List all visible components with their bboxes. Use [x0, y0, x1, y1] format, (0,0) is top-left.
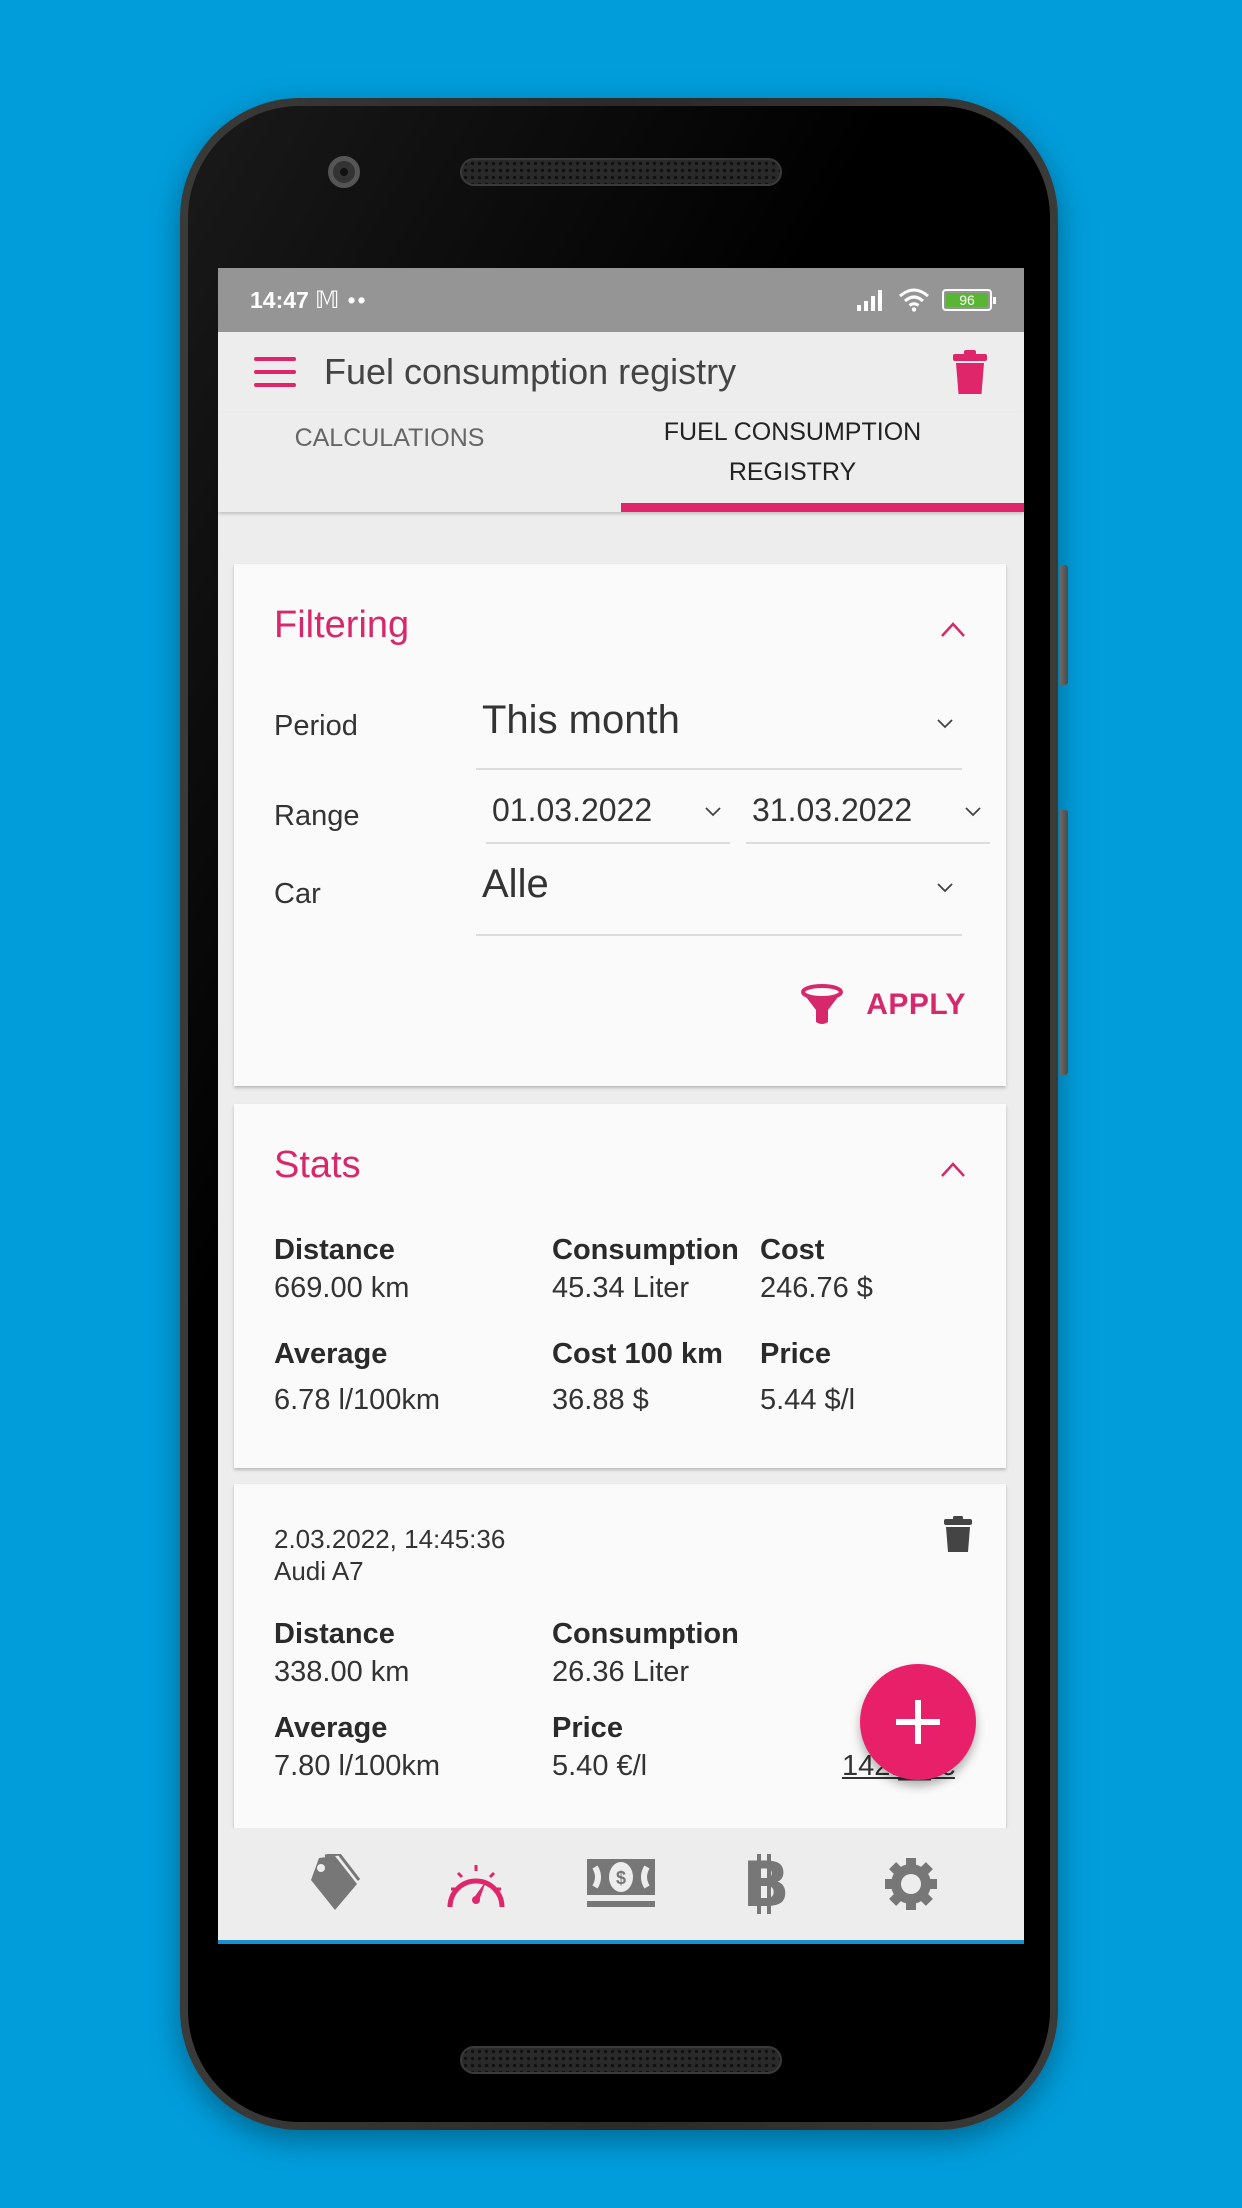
chevron-down-icon [937, 719, 953, 729]
stats-title: Stats [274, 1144, 361, 1186]
filtering-title: Filtering [274, 604, 410, 646]
stat-cost-label: Cost [760, 1234, 825, 1266]
apply-filter-button[interactable]: APPLY [800, 984, 966, 1026]
battery-level: 96 [946, 293, 988, 307]
car-select[interactable]: Alle [476, 854, 962, 936]
nav-item-fuel-consumption[interactable] [431, 1839, 521, 1929]
stat-consumption-value: 45.34 Liter [552, 1272, 690, 1304]
stat-cost-100km-label: Cost 100 km [552, 1338, 723, 1370]
add-entry-fab-button[interactable] [860, 1664, 976, 1780]
range-from-select[interactable]: 01.03.2022 [486, 786, 730, 844]
entry-consumption-value: 26.36 Liter [552, 1656, 690, 1688]
range-to-select[interactable]: 31.03.2022 [746, 786, 990, 844]
entry-price-label: Price [552, 1712, 623, 1744]
range-to-value: 31.03.2022 [752, 792, 913, 828]
chevron-down-icon [705, 807, 721, 817]
app-screen: 14:47 𝕄 •• 96 Fuel consumption registry [218, 268, 1024, 1944]
bottom-speaker [460, 2046, 782, 2074]
stat-distance-label: Distance [274, 1234, 395, 1266]
stats-card: Stats Distance 669.00 km Consumption 45.… [234, 1104, 1006, 1468]
status-bar: 14:47 𝕄 •• 96 [218, 268, 1024, 332]
range-from-value: 01.03.2022 [492, 792, 653, 828]
period-label: Period [274, 710, 358, 742]
stat-consumption-label: Consumption [552, 1234, 739, 1266]
status-time: 14:47 [250, 286, 309, 313]
car-value: Alle [482, 862, 549, 906]
power-button [1060, 810, 1068, 1075]
bottom-navigation: $ B [218, 1828, 1024, 1940]
entry-average-value: 7.80 l/100km [274, 1750, 441, 1782]
trash-icon[interactable] [952, 350, 988, 394]
entry-consumption-label: Consumption [552, 1618, 739, 1650]
collapse-stats-chevron-up-icon[interactable] [940, 1156, 966, 1182]
entry-average-label: Average [274, 1712, 388, 1744]
stat-average-value: 6.78 l/100km [274, 1384, 441, 1416]
wifi-icon [899, 288, 929, 312]
battery-icon: 96 [942, 289, 996, 311]
stat-cost-100km-value: 36.88 $ [552, 1384, 649, 1416]
hamburger-menu-icon[interactable] [254, 357, 296, 387]
filtering-card: Filtering Period This month Range 01.03.… [234, 564, 1006, 1086]
speedometer-icon [447, 1865, 505, 1908]
signal-icon [857, 290, 882, 311]
stat-average-label: Average [274, 1338, 388, 1370]
money-icon: $ [586, 1859, 655, 1907]
nav-item-crypto[interactable]: B [721, 1839, 811, 1929]
page-title: Fuel consumption registry [324, 351, 737, 392]
svg-text:B: B [743, 1854, 789, 1914]
bitcoin-icon: B [743, 1854, 789, 1914]
stat-price-label: Price [760, 1338, 831, 1370]
stat-price-value: 5.44 $/l [760, 1384, 856, 1416]
bottom-accent-line [218, 1940, 1024, 1944]
range-label: Range [274, 800, 360, 832]
nav-item-settings[interactable] [866, 1839, 956, 1929]
chevron-down-icon [965, 807, 981, 817]
entry-distance-label: Distance [274, 1618, 395, 1650]
fuel-entry-card[interactable]: 2.03.2022, 14:45:36 Audi A7 Distance 338… [234, 1484, 1006, 1830]
stat-cost-value: 246.76 $ [760, 1272, 873, 1304]
tab-bar: CALCULATIONS FUEL CONSUMPTION REGISTRY [218, 412, 1024, 512]
delete-entry-trash-icon[interactable] [944, 1516, 972, 1552]
settings-gear-icon [885, 1858, 938, 1910]
collapse-filtering-chevron-up-icon[interactable] [940, 616, 966, 642]
nav-item-money[interactable]: $ [576, 1839, 666, 1929]
entry-distance-value: 338.00 km [274, 1656, 410, 1688]
apply-label: APPLY [866, 988, 966, 1021]
volume-button [1060, 565, 1068, 685]
app-bar: Fuel consumption registry [218, 332, 1024, 412]
nav-item-tags[interactable] [286, 1839, 376, 1929]
tag-icon [310, 1854, 360, 1910]
earpiece-speaker [460, 158, 782, 186]
entry-datetime: 2.03.2022, 14:45:36 [274, 1524, 506, 1554]
period-value: This month [482, 698, 680, 742]
car-label: Car [274, 878, 321, 910]
period-select[interactable]: This month [476, 690, 962, 770]
tab-fuel-consumption-registry[interactable]: FUEL CONSUMPTION REGISTRY [561, 412, 1024, 512]
front-camera [328, 156, 360, 188]
chevron-down-icon [937, 883, 953, 893]
entry-price-value: 5.40 €/l [552, 1750, 648, 1782]
more-notifications-icon: •• [347, 286, 368, 313]
tab-calculations[interactable]: CALCULATIONS [218, 412, 561, 512]
stat-distance-value: 669.00 km [274, 1272, 410, 1304]
filter-funnel-icon [801, 984, 844, 1024]
active-tab-indicator [621, 503, 1024, 512]
gmail-icon: 𝕄 [314, 286, 340, 314]
svg-text:$: $ [616, 1868, 626, 1888]
plus-icon [896, 1700, 940, 1744]
entry-car: Audi A7 [274, 1556, 364, 1586]
